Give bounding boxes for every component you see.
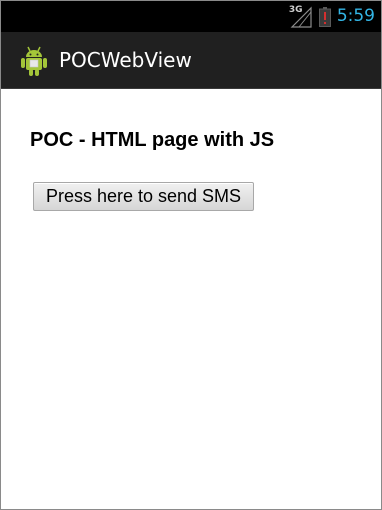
- android-icon[interactable]: [18, 45, 50, 77]
- battery-alert-icon: [318, 6, 331, 27]
- app-screen: 3G 5:59 POCWebView POC - HTML page with …: [0, 0, 382, 510]
- network-type-label: 3G: [288, 4, 303, 15]
- webview-content: POC - HTML page with JS Press here to se…: [1, 89, 381, 509]
- status-bar: 3G 5:59: [1, 1, 381, 32]
- app-title: POCWebView: [59, 48, 192, 72]
- status-time: 5:59: [336, 6, 375, 26]
- signal-icon: 3G: [288, 4, 313, 28]
- page-heading: POC - HTML page with JS: [30, 129, 275, 151]
- send-sms-button[interactable]: Press here to send SMS: [33, 182, 254, 211]
- status-icons: 3G 5:59: [289, 1, 375, 32]
- action-bar: POCWebView: [1, 32, 381, 89]
